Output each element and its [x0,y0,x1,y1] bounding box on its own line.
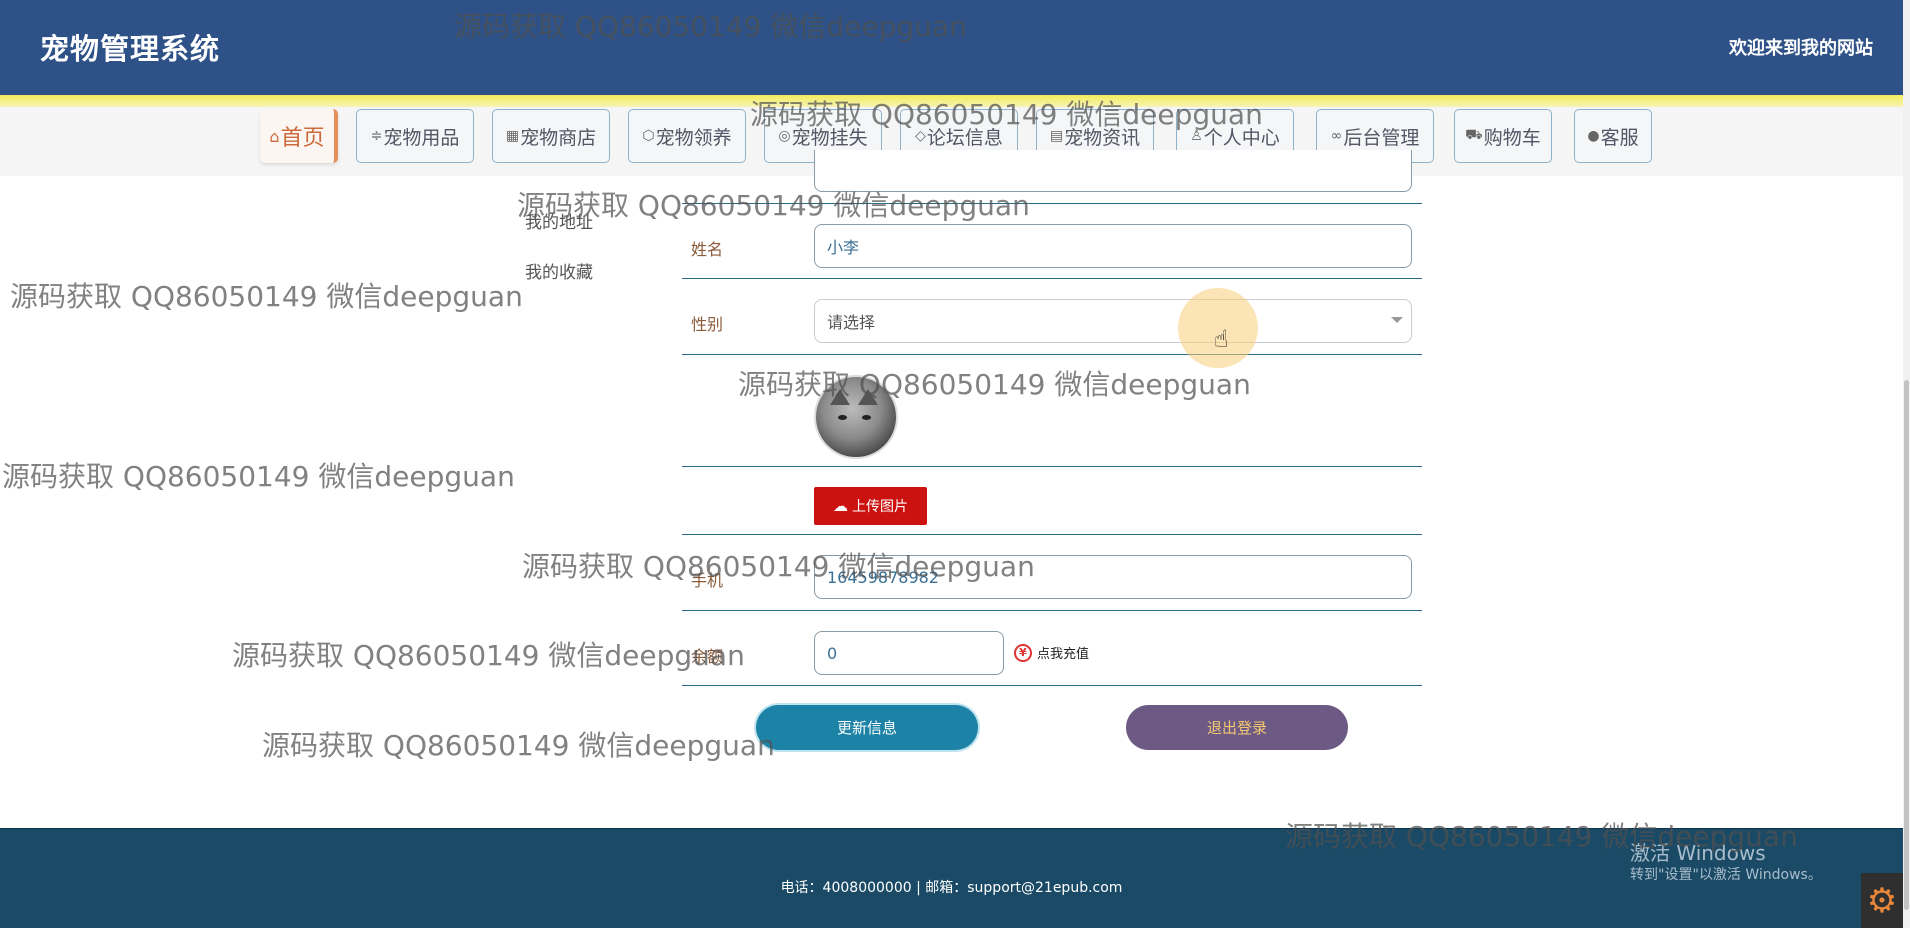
row-divider [682,278,1422,279]
sliders-icon: ≑ [370,128,383,144]
watermark: 源码获取 QQ86050149 微信deepguan [10,280,523,313]
side-menu-favorites[interactable]: 我的收藏 [525,258,593,283]
chat-icon: ● [1587,128,1600,144]
nav-label: 宠物用品 [383,126,460,149]
watermark: 源码获取 QQ86050149 微信deepguan [1285,820,1798,853]
yen-icon: ¥ [1014,643,1032,662]
row-divider [682,534,1422,535]
watermark: 源码获取 QQ86050149 微信deepguan [738,368,1251,401]
row-divider [682,354,1422,355]
row-divider [682,685,1422,686]
nav-pet-shop[interactable]: ▦ 宠物商店 [492,109,610,163]
watermark: 源码获取 QQ86050149 微信deepguan [517,189,1030,222]
nav-label: 宠物商店 [520,126,597,149]
name-label: 姓名 [691,240,724,259]
nav-label: 后台管理 [1343,126,1420,149]
gear-icon: ⚙ [1866,880,1898,921]
recharge-link[interactable]: ¥ 点我充值 [1014,643,1089,662]
link-icon: ∞ [1330,128,1343,144]
hand-cursor-icon: ☝ [1214,325,1229,353]
nav-label: 首页 [280,126,325,151]
gender-label: 性别 [691,315,724,334]
row-divider [682,466,1422,467]
gender-select[interactable]: 请选择 [814,299,1412,343]
watermark: 源码获取 QQ86050149 微信deepguan [522,550,1035,583]
nav-pet-adoption[interactable]: ⬡ 宠物领养 [628,109,746,163]
gender-selected-value: 请选择 [827,313,876,332]
balance-input[interactable]: 0 [814,631,1004,675]
cart-icon: ⛟ [1465,127,1483,143]
watermark: 源码获取 QQ86050149 微信deepguan [232,639,745,672]
update-info-button[interactable]: 更新信息 [756,705,978,750]
welcome-text: 欢迎来到我的网站 [1729,38,1873,59]
watermark: 源码获取 QQ86050149 微信deepguan [262,729,775,762]
watermark: 源码获取 QQ86050149 微信deepguan [2,460,515,493]
nav-home[interactable]: ⌂ 首页 [260,109,338,163]
upload-button-label: 上传图片 [852,499,908,515]
scrollbar-thumb[interactable] [1904,380,1909,910]
cloud-upload-icon: ☁ [833,497,848,515]
logout-button[interactable]: 退出登录 [1126,705,1348,750]
windows-activation-subtitle: 转到"设置"以激活 Windows。 [1630,867,1822,883]
nav-label: 宠物领养 [655,126,732,149]
nav-label: 购物车 [1483,126,1541,149]
chevron-down-icon [1391,317,1403,323]
nav-cart[interactable]: ⛟ 购物车 [1454,109,1552,163]
store-icon: ▦ [505,128,520,144]
upload-image-button[interactable]: ☁ 上传图片 [814,487,927,525]
recharge-label: 点我充值 [1037,647,1090,662]
nav-pet-supplies[interactable]: ≑ 宠物用品 [356,109,474,163]
footer-contact: 电话：4008000000 | 邮箱：support@21epub.com [780,880,1123,896]
site-title: 宠物管理系统 [40,32,221,66]
watermark: 源码获取 QQ86050149 微信deepguan [750,98,1263,131]
home-icon: ⌂ [269,126,280,146]
row-divider [682,610,1422,611]
settings-widget[interactable]: ⚙ [1861,873,1903,928]
name-input[interactable]: 小李 [814,224,1412,268]
cube-icon: ⬡ [642,128,655,144]
watermark: 源码获取 QQ86050149 微信deepguan [454,10,967,43]
nav-label: 客服 [1600,126,1639,149]
nav-customer-service[interactable]: ● 客服 [1574,109,1652,163]
